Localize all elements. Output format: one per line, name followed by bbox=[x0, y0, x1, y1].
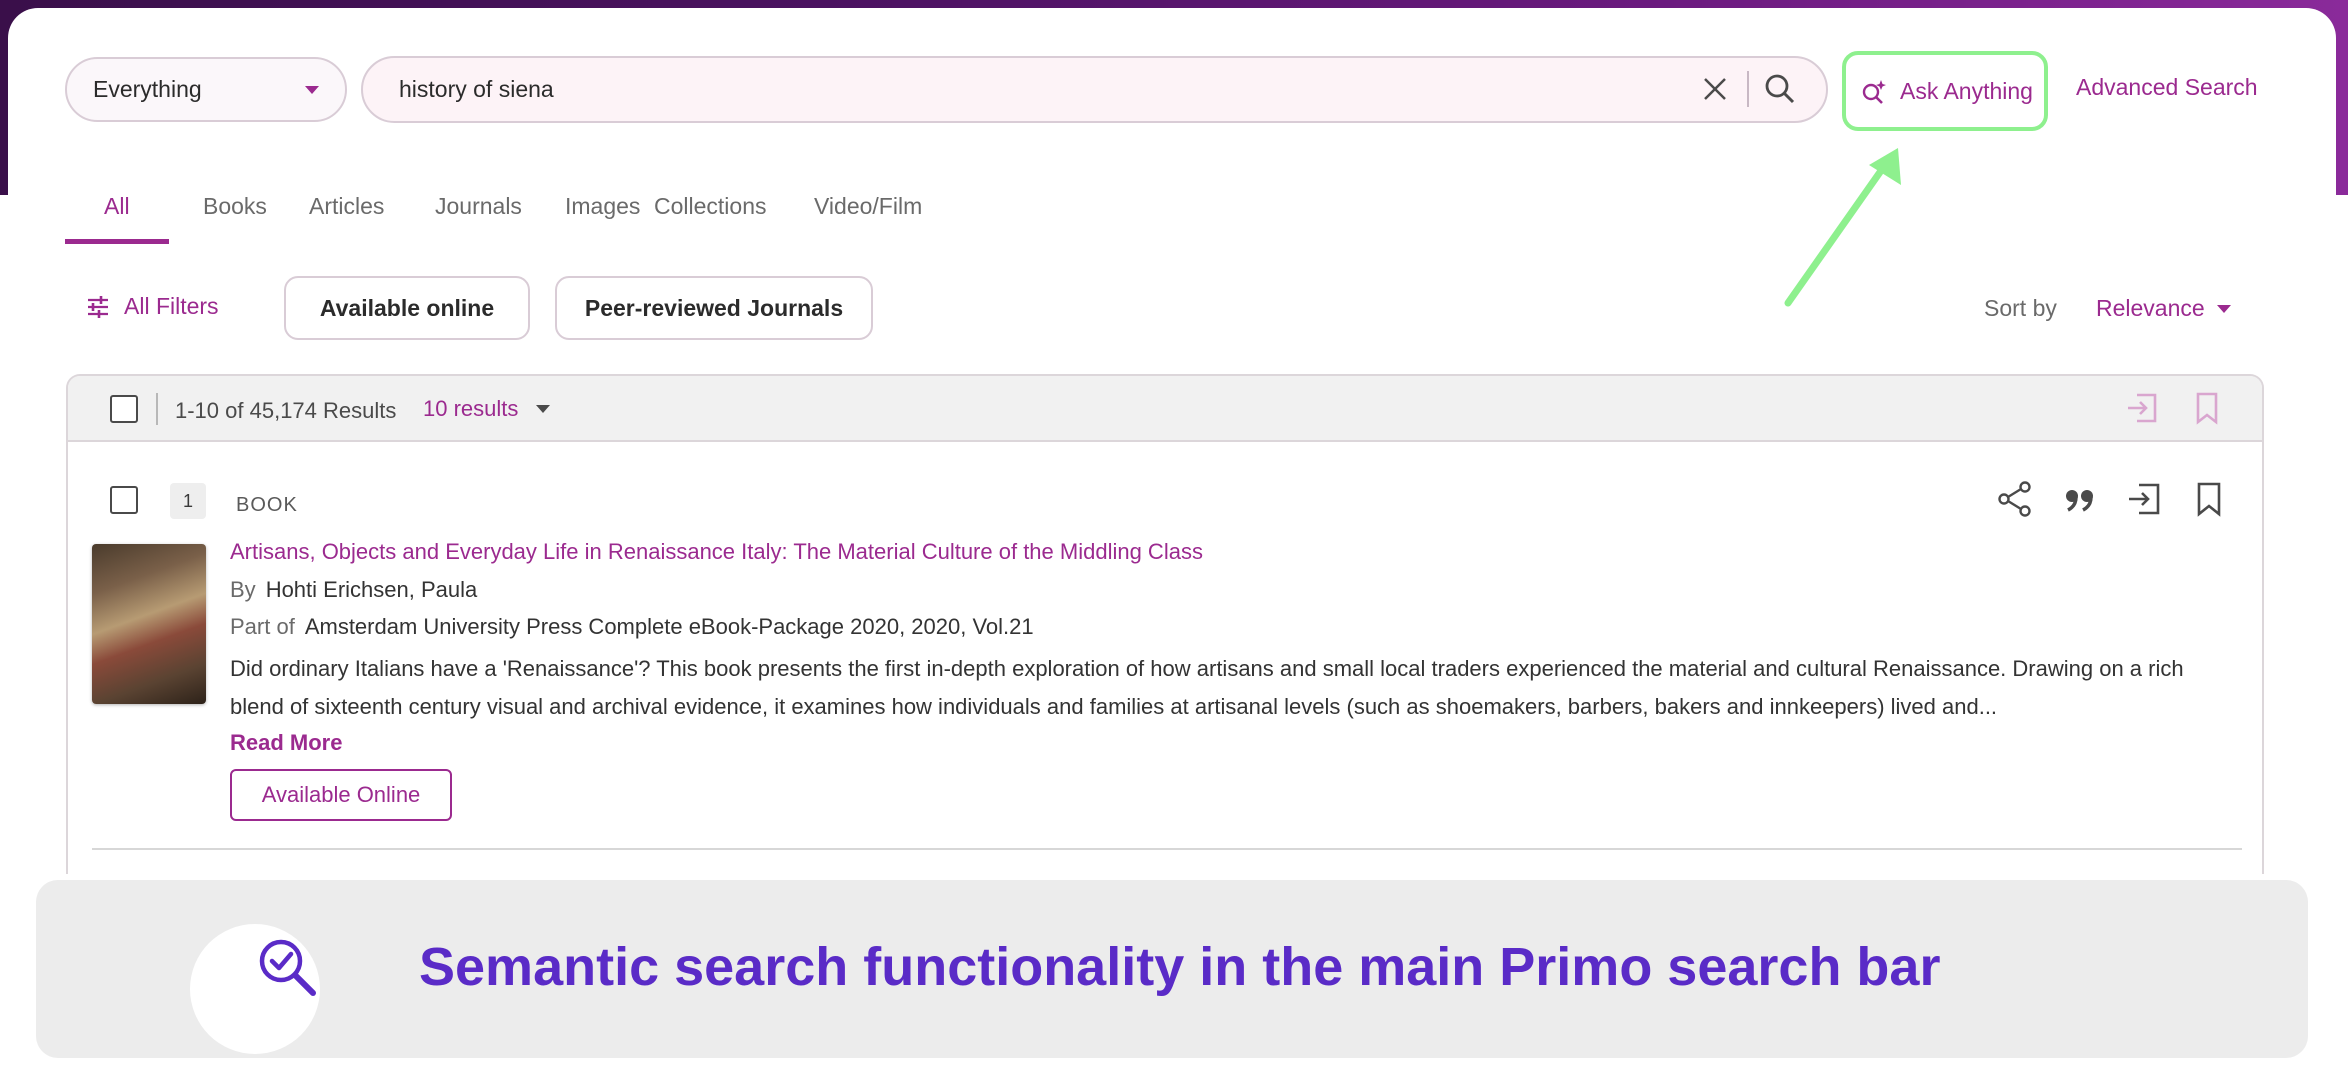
tab-books[interactable]: Books bbox=[168, 193, 276, 243]
search-input[interactable] bbox=[399, 76, 1649, 103]
available-online-button[interactable]: Available Online bbox=[230, 769, 452, 821]
export-icon[interactable] bbox=[2125, 391, 2159, 425]
share-icon[interactable] bbox=[1996, 480, 2034, 518]
chevron-down-icon bbox=[305, 86, 319, 94]
chevron-down-icon bbox=[536, 405, 551, 413]
search-scope-value: Everything bbox=[93, 76, 202, 102]
sparkle-search-icon bbox=[1862, 80, 1886, 104]
search-icon[interactable] bbox=[1762, 71, 1798, 107]
result-title-link[interactable]: Artisans, Objects and Everyday Life in R… bbox=[230, 539, 1203, 565]
advanced-search-link[interactable]: Advanced Search bbox=[2076, 74, 2258, 101]
result-author-line: By Hohti Erichsen, Paula bbox=[230, 577, 477, 603]
filter-sliders-icon bbox=[88, 295, 108, 318]
ask-anything-button[interactable]: Ask Anything bbox=[1842, 51, 2048, 131]
caption-title: Semantic search functionality in the mai… bbox=[419, 937, 1941, 997]
results-panel: 1-10 of 45,174 Results 10 results 1 BOOK bbox=[66, 374, 2264, 874]
results-header: 1-10 of 45,174 Results 10 results bbox=[68, 376, 2262, 442]
filter-chip-peer-reviewed[interactable]: Peer-reviewed Journals bbox=[555, 276, 873, 340]
results-per-page-value: 10 results bbox=[423, 396, 519, 421]
result-part-of-line: Part of Amsterdam University Press Comple… bbox=[230, 614, 1034, 640]
book-cover-thumbnail[interactable] bbox=[92, 544, 206, 704]
tab-all[interactable]: All bbox=[65, 193, 169, 244]
result-row-divider bbox=[92, 848, 2242, 850]
result-number: 1 bbox=[170, 483, 206, 519]
part-of-label: Part of bbox=[230, 614, 295, 639]
bookmark-icon[interactable] bbox=[2190, 391, 2224, 425]
tab-collections[interactable]: Collections bbox=[654, 193, 814, 243]
close-icon[interactable] bbox=[1700, 74, 1730, 104]
export-icon[interactable] bbox=[2125, 480, 2163, 518]
all-filters-label: All Filters bbox=[124, 293, 219, 319]
by-label: By bbox=[230, 577, 256, 602]
read-more-link[interactable]: Read More bbox=[230, 730, 342, 756]
result-description: Did ordinary Italians have a 'Renaissanc… bbox=[230, 656, 2184, 719]
tab-articles[interactable]: Articles bbox=[276, 193, 403, 243]
sort-label: Sort by bbox=[1984, 295, 2057, 321]
results-header-divider bbox=[156, 393, 158, 425]
search-check-icon bbox=[259, 939, 316, 996]
tab-journals[interactable]: Journals bbox=[403, 193, 534, 243]
result-author: Hohti Erichsen, Paula bbox=[265, 577, 478, 602]
highlight-arrow bbox=[1784, 148, 1901, 307]
results-count: 1-10 of 45,174 Results bbox=[175, 398, 397, 423]
result-part-of: Amsterdam University Press Complete eBoo… bbox=[304, 614, 1034, 639]
tab-images[interactable]: Images bbox=[534, 193, 654, 243]
result-type-tabs: All Books Articles Journals Images Colle… bbox=[65, 193, 984, 244]
all-filters-button[interactable]: All Filters bbox=[86, 293, 219, 320]
search-bar bbox=[361, 56, 1828, 123]
ask-anything-label: Ask Anything bbox=[1900, 77, 2033, 104]
chevron-down-icon bbox=[2216, 304, 2231, 313]
search-divider bbox=[1747, 71, 1749, 107]
result-checkbox[interactable] bbox=[110, 486, 138, 514]
results-per-page-dropdown[interactable]: 10 results bbox=[423, 396, 551, 422]
filter-chip-available-online[interactable]: Available online bbox=[284, 276, 530, 340]
sort-dropdown[interactable]: Relevance bbox=[2096, 295, 2231, 322]
sort-value: Relevance bbox=[2096, 295, 2205, 321]
bookmark-icon[interactable] bbox=[2190, 480, 2228, 518]
citation-icon[interactable] bbox=[2061, 480, 2099, 518]
tab-video-film[interactable]: Video/Film bbox=[814, 193, 984, 243]
select-all-checkbox[interactable] bbox=[110, 395, 138, 423]
result-type: BOOK bbox=[236, 494, 298, 516]
search-scope-dropdown[interactable]: Everything bbox=[65, 57, 347, 122]
